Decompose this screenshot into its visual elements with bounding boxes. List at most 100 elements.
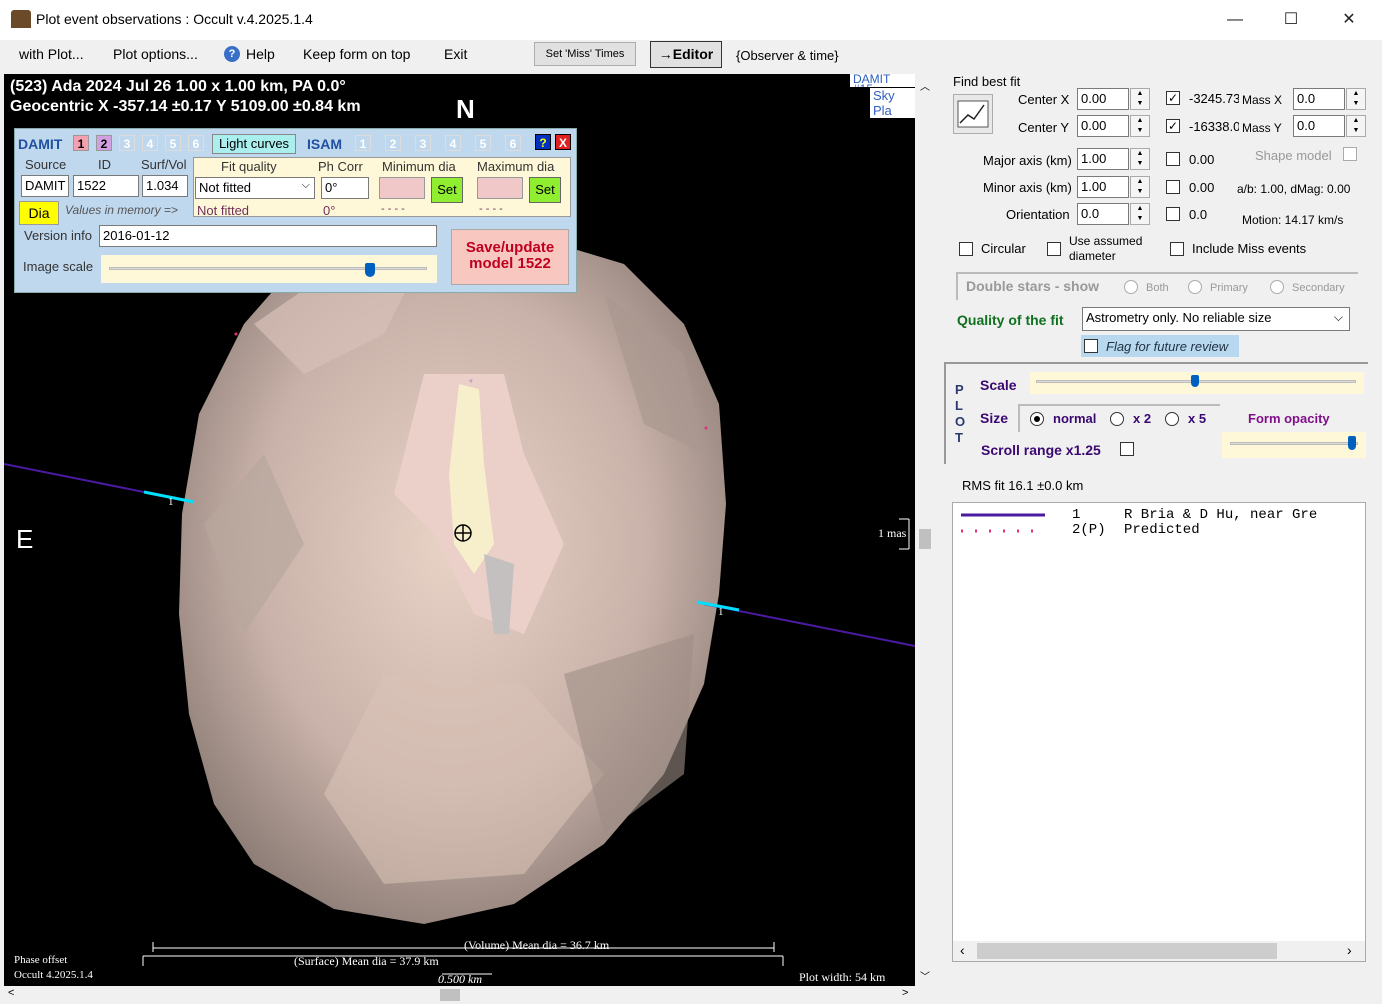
minor-fit-checkbox[interactable] (1166, 180, 1180, 194)
image-scale-label: Image scale (23, 259, 94, 274)
shape-model-checkbox[interactable] (1343, 147, 1357, 161)
normal-radio[interactable] (1030, 412, 1044, 426)
menu-help[interactable]: Help (246, 46, 275, 62)
light-curves-button[interactable]: Light curves (212, 134, 296, 154)
scale-slider-thumb[interactable] (1191, 375, 1199, 387)
dia-button[interactable]: Dia (19, 201, 59, 225)
memory-ph: 0° (323, 203, 336, 218)
version-info-field[interactable]: 2016-01-12 (99, 225, 437, 247)
legend-scroll-thumb[interactable] (977, 943, 1277, 959)
observation-legend[interactable]: 1 R Bria & D Hu, near Gre 2(P) Predicted… (952, 502, 1366, 962)
ph-corr-field[interactable]: 0° (321, 177, 369, 199)
flag-review-checkbox[interactable] (1084, 339, 1098, 353)
memory-min: - - - - (381, 203, 405, 215)
primary-radio[interactable] (1188, 280, 1202, 294)
isam-num-2[interactable]: 2 (385, 135, 401, 151)
orientation-spinner[interactable]: ▲ ▼ (1130, 203, 1150, 225)
plot-vscrollbar[interactable]: ︿ ﹀ (915, 74, 935, 986)
scroll-left-icon[interactable]: ‹ (960, 942, 965, 958)
isam-num-3[interactable]: 3 (415, 135, 431, 151)
fit-quality-value: Not fitted (199, 180, 252, 195)
scroll-left-icon[interactable]: < (8, 987, 14, 999)
plot-hscrollbar[interactable]: < > (4, 986, 915, 1004)
close-button[interactable]: ✕ (1326, 8, 1372, 32)
legend-hscrollbar[interactable]: ‹ › (953, 941, 1365, 961)
scroll-up-icon[interactable]: ︿ (920, 78, 930, 93)
mass-x-field[interactable]: 0.0 (1293, 88, 1345, 110)
panel-close-button[interactable]: X (555, 134, 571, 150)
max-dia-set-button[interactable]: Set (529, 177, 561, 203)
scale-slider[interactable] (1030, 372, 1364, 394)
damit-num-4[interactable]: 4 (142, 135, 158, 151)
major-axis-spinner[interactable]: ▲ ▼ (1130, 148, 1150, 170)
menu-with-plot[interactable]: with Plot... (19, 46, 84, 62)
secondary-radio[interactable] (1270, 280, 1284, 294)
min-dia-set-button[interactable]: Set (431, 177, 463, 203)
minimize-button[interactable]: — (1212, 8, 1258, 32)
scroll-range-checkbox[interactable] (1120, 442, 1134, 456)
image-scale-thumb[interactable] (365, 263, 375, 277)
plot-letter-p: P (955, 382, 964, 397)
normal-label: normal (1053, 411, 1097, 426)
circular-checkbox[interactable] (959, 242, 973, 256)
x2-radio[interactable] (1110, 412, 1124, 426)
orient-fit-checkbox[interactable] (1166, 207, 1180, 221)
damit-num-1[interactable]: 1 (73, 135, 89, 151)
x5-radio[interactable] (1165, 412, 1179, 426)
isam-num-1[interactable]: 1 (355, 135, 371, 151)
form-opacity-thumb[interactable] (1348, 436, 1356, 450)
center-x-spinner[interactable]: ▲ ▼ (1130, 88, 1150, 110)
menu-plot-options[interactable]: Plot options... (113, 46, 198, 62)
memory-max: - - - - (479, 203, 503, 215)
find-best-fit-button[interactable] (953, 94, 993, 134)
set-miss-times-button[interactable]: Set 'Miss' Times (534, 42, 636, 66)
image-scale-slider[interactable] (101, 255, 437, 283)
help-icon[interactable]: ? (224, 46, 240, 62)
id-field[interactable]: 1522 (73, 175, 139, 197)
menu-keep-on-top[interactable]: Keep form on top (303, 46, 410, 62)
center-x-field[interactable]: 0.00 (1077, 88, 1129, 110)
center-y-spinner[interactable]: ▲ ▼ (1130, 115, 1150, 137)
scale-km-label: 0.500 km (438, 972, 482, 986)
minor-axis-spinner[interactable]: ▲ ▼ (1130, 176, 1150, 198)
max-dia-field[interactable] (477, 177, 523, 199)
panel-help-button[interactable]: ? (535, 134, 551, 150)
quality-fit-select[interactable]: Astrometry only. No reliable size ⌵ (1082, 307, 1350, 331)
mass-y-spinner[interactable]: ▲ ▼ (1346, 115, 1366, 137)
vscroll-thumb[interactable] (919, 529, 931, 549)
x-fit-checkbox[interactable]: ✓ (1166, 91, 1180, 105)
save-update-button[interactable]: Save/update model 1522 (451, 229, 569, 285)
use-assumed-checkbox[interactable] (1047, 242, 1061, 256)
scroll-right-icon[interactable]: > (902, 987, 908, 999)
major-fit-checkbox[interactable] (1166, 152, 1180, 166)
center-y-field[interactable]: 0.00 (1077, 115, 1129, 137)
scroll-down-icon[interactable]: ﹀ (920, 968, 930, 983)
damit-num-2[interactable]: 2 (96, 135, 112, 151)
isam-num-6[interactable]: 6 (505, 135, 521, 151)
damit-num-5[interactable]: 5 (165, 135, 181, 151)
major-axis-field[interactable]: 1.00 (1077, 148, 1129, 170)
min-dia-field[interactable] (379, 177, 425, 199)
y-fit-checkbox[interactable]: ✓ (1166, 119, 1180, 133)
mass-x-spinner[interactable]: ▲ ▼ (1346, 88, 1366, 110)
plot-header-1: (523) Ada 2024 Jul 26 1.00 x 1.00 km, PA… (10, 78, 346, 95)
source-field[interactable]: DAMIT (21, 175, 69, 197)
fit-quality-select[interactable]: Not fitted ⌵ (195, 177, 315, 199)
menu-exit[interactable]: Exit (444, 46, 467, 62)
damit-num-3[interactable]: 3 (119, 135, 135, 151)
editor-button[interactable]: →Editor (650, 41, 722, 68)
both-radio[interactable] (1124, 280, 1138, 294)
scroll-right-icon[interactable]: › (1347, 942, 1352, 958)
isam-num-5[interactable]: 5 (475, 135, 491, 151)
mass-y-field[interactable]: 0.0 (1293, 115, 1345, 137)
form-opacity-slider[interactable] (1222, 432, 1366, 458)
minor-axis-field[interactable]: 1.00 (1077, 176, 1129, 198)
maximize-button[interactable]: ☐ (1268, 8, 1314, 32)
isam-num-4[interactable]: 4 (445, 135, 461, 151)
include-miss-checkbox[interactable] (1170, 242, 1184, 256)
damit-num-6[interactable]: 6 (188, 135, 204, 151)
source-label: Source (25, 157, 67, 172)
orientation-field[interactable]: 0.0 (1077, 203, 1129, 225)
surf-vol-field[interactable]: 1.034 (142, 175, 188, 197)
hscroll-thumb[interactable] (440, 989, 460, 1001)
